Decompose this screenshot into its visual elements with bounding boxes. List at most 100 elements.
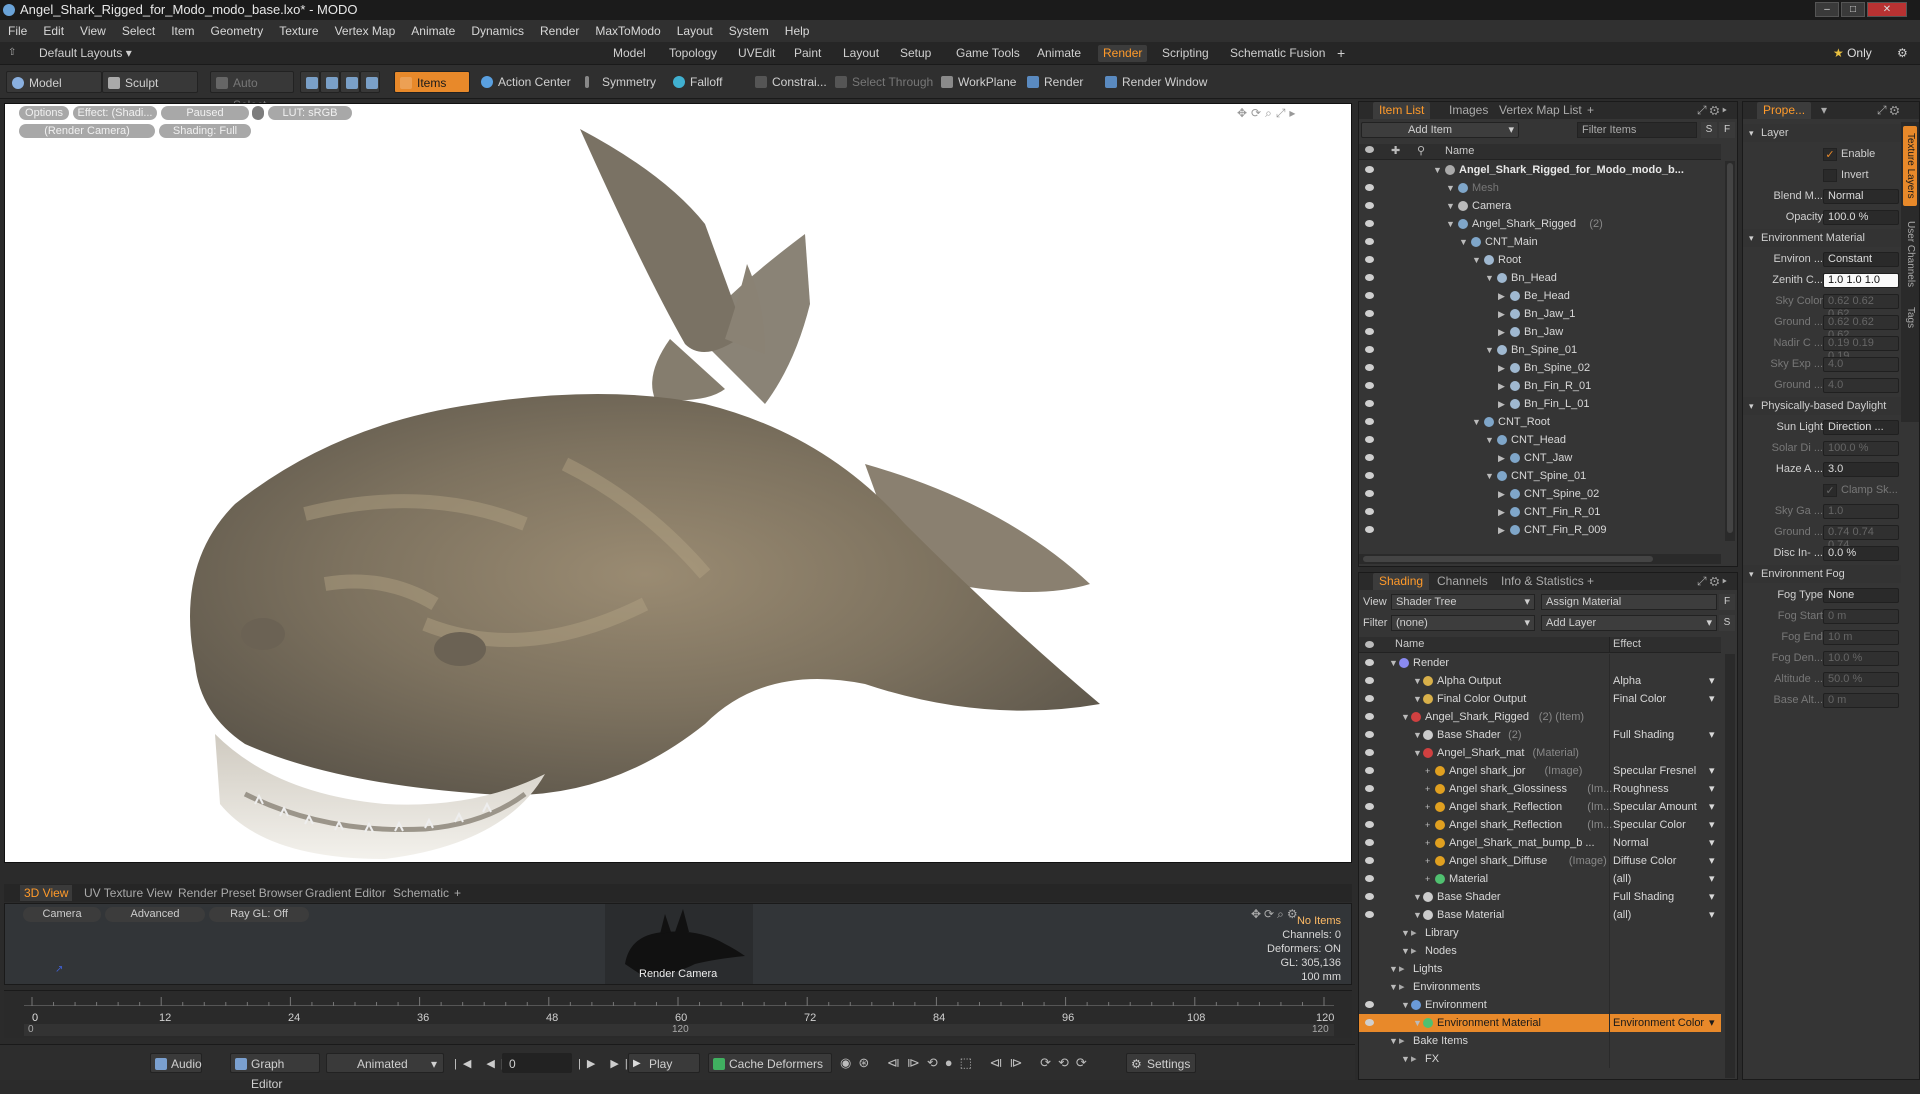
audio-button[interactable]: Audio: [150, 1053, 202, 1073]
effect-dropdown[interactable]: Specular Color: [1613, 816, 1686, 834]
shader-row[interactable]: ▼ ▸ Lights: [1359, 960, 1721, 978]
select-through-button[interactable]: Select Through: [830, 71, 934, 93]
property-field[interactable]: 10.0 %: [1823, 651, 1899, 666]
expand-triangle-icon[interactable]: ▼: [1413, 888, 1422, 906]
property-field[interactable]: 0 m: [1823, 693, 1899, 708]
effect-dropdown[interactable]: Full Shading: [1613, 888, 1674, 906]
eye-icon[interactable]: [1365, 382, 1374, 389]
property-field[interactable]: 4.0: [1823, 378, 1899, 393]
eye-icon[interactable]: [1365, 695, 1374, 702]
shader-row[interactable]: ▼ ▸ Bake Items: [1359, 1032, 1721, 1050]
shader-row[interactable]: + Angel shark_Reflection (Im... Specular Co…: [1359, 816, 1721, 834]
checkbox[interactable]: ✓: [1823, 148, 1837, 161]
add-item-dropdown[interactable]: Add Item ▾: [1361, 122, 1519, 138]
property-field[interactable]: 0.74 0.74 0.74: [1823, 525, 1899, 551]
menu-item[interactable]: Item: [163, 20, 202, 42]
advanced-button[interactable]: Advanced: [105, 907, 205, 922]
expand-triangle-icon[interactable]: ▶: [1498, 449, 1505, 467]
property-field[interactable]: 4.0: [1823, 357, 1899, 372]
expand-triangle-icon[interactable]: ▼: [1389, 978, 1398, 996]
effect-dropdown[interactable]: (all): [1613, 906, 1631, 924]
item-row[interactable]: ▼ CNT_Root: [1359, 413, 1721, 431]
effect-dropdown[interactable]: (all): [1613, 870, 1631, 888]
expand-triangle-icon[interactable]: ▼: [1472, 251, 1481, 269]
tab-item-list[interactable]: Item List: [1373, 102, 1431, 119]
shader-row[interactable]: ▼ Environment: [1359, 996, 1721, 1014]
property-field[interactable]: 1.0 1.0 1.0: [1823, 273, 1899, 288]
item-row[interactable]: ▼ Bn_Spine_01: [1359, 341, 1721, 359]
ray-gl-button[interactable]: Ray GL: Off: [209, 907, 309, 922]
eye-icon[interactable]: [1365, 184, 1374, 191]
shader-row[interactable]: + Angel shark_Reflection (Im... Specular Am…: [1359, 798, 1721, 816]
model-mode-button[interactable]: Model: [6, 71, 102, 93]
action-center-button[interactable]: Action Center: [476, 71, 572, 93]
expand-triangle-icon[interactable]: ▼: [1413, 726, 1422, 744]
gear-icon[interactable]: ⚙: [1892, 45, 1913, 62]
tab-properties[interactable]: Prope...: [1757, 102, 1812, 119]
eye-icon[interactable]: [1365, 1001, 1374, 1008]
expand-triangle-icon[interactable]: ▶: [1498, 323, 1505, 341]
expand-triangle-icon[interactable]: ▼: [1446, 179, 1455, 197]
effect-dropdown[interactable]: Specular Fresnel: [1613, 762, 1696, 780]
item-row[interactable]: ▶ CNT_Spine_02: [1359, 485, 1721, 503]
eye-icon[interactable]: [1365, 749, 1374, 756]
expand-triangle-icon[interactable]: ▼: [1389, 1032, 1398, 1050]
panel-options-icons[interactable]: ⤢⚙▸: [1691, 102, 1736, 119]
item-row[interactable]: ▶ Bn_Spine_02: [1359, 359, 1721, 377]
tab-render[interactable]: Render: [1098, 45, 1148, 62]
menu-dynamics[interactable]: Dynamics: [463, 20, 532, 42]
eye-icon[interactable]: [1365, 1019, 1374, 1026]
shader-tree-scrollbar[interactable]: [1725, 654, 1735, 1078]
property-section[interactable]: Environment Material ▾: [1743, 229, 1901, 247]
render-viewport[interactable]: Options Effect: (Shadi... Paused LUT: sR…: [4, 103, 1352, 863]
expand-triangle-icon[interactable]: ▼: [1485, 431, 1494, 449]
item-row[interactable]: ▶ Be_Head: [1359, 287, 1721, 305]
shader-row[interactable]: ▼ ▸ FX: [1359, 1050, 1721, 1068]
eye-icon[interactable]: [1365, 364, 1374, 371]
shader-row[interactable]: ▼ Angel_Shark_mat (Material): [1359, 744, 1721, 762]
tab-model[interactable]: Model: [608, 45, 651, 62]
property-field[interactable]: 100.0 %: [1823, 441, 1899, 456]
tab-user-channels[interactable]: User Channels: [1903, 214, 1917, 294]
property-field[interactable]: 50.0 %: [1823, 672, 1899, 687]
item-row[interactable]: ▼ CNT_Main: [1359, 233, 1721, 251]
tab-topology[interactable]: Topology: [664, 45, 722, 62]
property-field[interactable]: Normal: [1823, 189, 1899, 204]
add-tab-icon[interactable]: +: [1332, 45, 1350, 62]
menu-vertex-map[interactable]: Vertex Map: [327, 20, 404, 42]
item-row[interactable]: ▼ Angel_Shark_Rigged (2): [1359, 215, 1721, 233]
expand-triangle-icon[interactable]: ▼: [1401, 924, 1410, 942]
item-list-scrollbar[interactable]: [1725, 161, 1735, 541]
symmetry-button[interactable]: Symmetry: [580, 71, 662, 93]
expand-triangle-icon[interactable]: ▼: [1485, 341, 1494, 359]
effect-dropdown[interactable]: Final Color: [1613, 690, 1666, 708]
checkbox[interactable]: ✓: [1823, 484, 1837, 497]
effect-dropdown[interactable]: Normal: [1613, 834, 1648, 852]
shader-row[interactable]: ▼ ▸ Library: [1359, 924, 1721, 942]
item-row[interactable]: ▶ Bn_Fin_R_01: [1359, 377, 1721, 395]
menu-file[interactable]: File: [0, 20, 35, 42]
eye-icon[interactable]: [1365, 490, 1374, 497]
eye-icon[interactable]: [1365, 508, 1374, 515]
cache-deformers-button[interactable]: Cache Deformers: [708, 1053, 832, 1073]
expand-triangle-icon[interactable]: ▼: [1413, 906, 1422, 924]
expand-triangle-icon[interactable]: +: [1425, 816, 1430, 834]
items-mode-button[interactable]: Items: [394, 71, 470, 93]
property-field[interactable]: 0 m: [1823, 609, 1899, 624]
menu-geometry[interactable]: Geometry: [203, 20, 272, 42]
property-field[interactable]: 100.0 %: [1823, 210, 1899, 225]
expand-triangle-icon[interactable]: ▼: [1485, 269, 1494, 287]
expand-triangle-icon[interactable]: ▶: [1498, 503, 1505, 521]
eye-icon[interactable]: [1365, 418, 1374, 425]
expand-triangle-icon[interactable]: +: [1425, 834, 1430, 852]
default-layouts-dropdown[interactable]: Default Layouts ▾: [34, 45, 137, 62]
item-row[interactable]: ▶ CNT_Jaw: [1359, 449, 1721, 467]
shader-row[interactable]: ▼ Base Material (all) ▾: [1359, 906, 1721, 924]
property-section[interactable]: Layer ▾: [1743, 124, 1901, 142]
tab-scripting[interactable]: Scripting: [1157, 45, 1214, 62]
expand-triangle-icon[interactable]: ▼: [1413, 690, 1422, 708]
current-frame-field[interactable]: 0: [502, 1053, 572, 1073]
effect-dropdown[interactable]: Alpha: [1613, 672, 1641, 690]
eye-icon[interactable]: [1365, 328, 1374, 335]
property-section[interactable]: Environment Fog ▾: [1743, 565, 1901, 583]
